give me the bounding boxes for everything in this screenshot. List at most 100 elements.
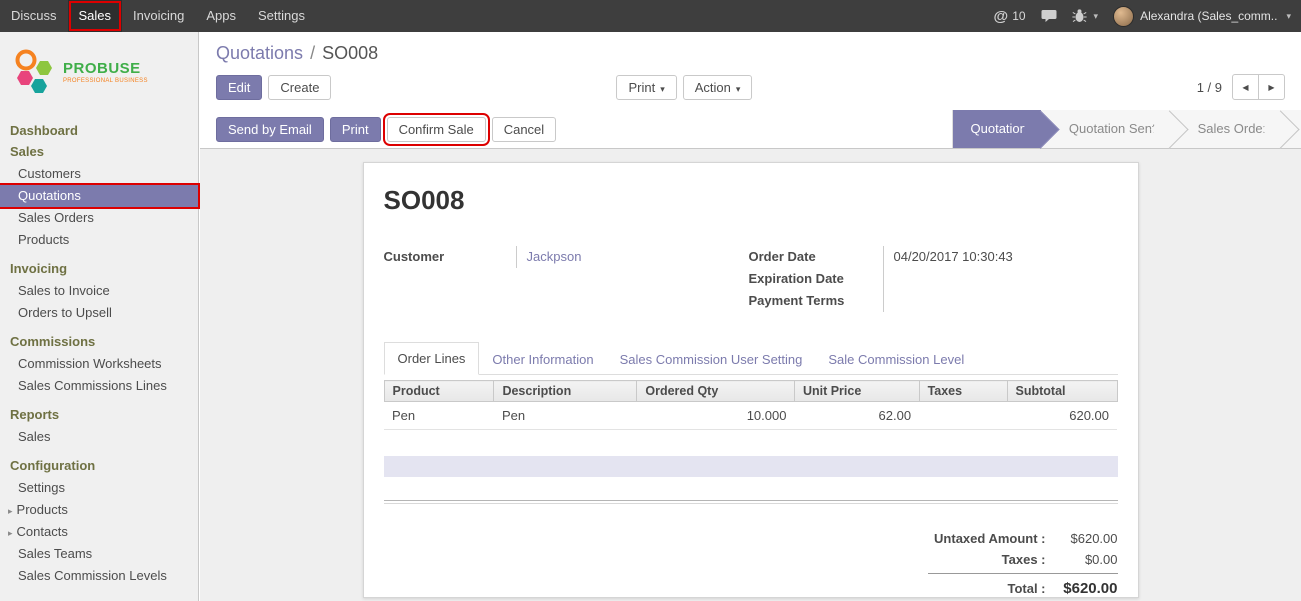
- sidebar-heading-dashboard[interactable]: Dashboard: [0, 113, 198, 142]
- pager-next-button[interactable]: ▶: [1258, 74, 1285, 100]
- expiration-date-label: Expiration Date: [749, 268, 883, 290]
- app-window: Discuss Sales Invoicing Apps Settings @ …: [0, 0, 1301, 601]
- edit-button[interactable]: Edit: [216, 75, 262, 100]
- nav-item-invoicing[interactable]: Invoicing: [122, 0, 195, 32]
- cancel-button[interactable]: Cancel: [492, 117, 556, 142]
- sidebar-item-products[interactable]: Products: [0, 229, 198, 251]
- send-by-email-button[interactable]: Send by Email: [216, 117, 324, 142]
- logo-title: PROBUSE: [63, 60, 148, 77]
- user-avatar: [1113, 6, 1134, 27]
- payment-terms-field: Payment Terms: [749, 290, 1118, 312]
- breadcrumb: Quotations / SO008: [200, 32, 1301, 66]
- payment-terms-label: Payment Terms: [749, 290, 883, 312]
- tab-order-lines[interactable]: Order Lines: [384, 342, 480, 375]
- logo-subtitle: PROFESSIONAL BUSINESS: [63, 78, 148, 84]
- customer-field: Customer Jackpson: [384, 246, 749, 268]
- top-navbar: Discuss Sales Invoicing Apps Settings @ …: [0, 0, 1301, 32]
- sidebar-heading-invoicing[interactable]: Invoicing: [0, 251, 198, 280]
- cell-unit-price: 62.00: [794, 402, 919, 430]
- caret-down-icon: ▾: [736, 84, 741, 94]
- sidebar-heading-sales[interactable]: Sales: [0, 142, 198, 163]
- customer-value-link[interactable]: Jackpson: [516, 246, 749, 268]
- sidebar-heading-commissions[interactable]: Commissions: [0, 324, 198, 353]
- order-lines-table: Product Description Ordered Qty Unit Pri…: [384, 380, 1118, 430]
- col-header-ordered-qty[interactable]: Ordered Qty: [637, 381, 795, 402]
- expiration-date-field: Expiration Date: [749, 268, 1118, 290]
- print-button[interactable]: Print: [330, 117, 381, 142]
- totals-block: Untaxed Amount : $620.00 Taxes : $0.00 T…: [928, 528, 1118, 598]
- tab-sales-commission-user-setting[interactable]: Sales Commission User Setting: [607, 344, 816, 375]
- pager-previous-button[interactable]: ◀: [1232, 74, 1259, 100]
- navbar-right: @ 10 ▾ Alexandra (Sales_comm.. ▾: [994, 0, 1301, 32]
- col-header-unit-price[interactable]: Unit Price: [794, 381, 919, 402]
- create-button[interactable]: Create: [268, 75, 331, 100]
- caret-down-icon: ▾: [1286, 11, 1291, 22]
- document-title: SO008: [384, 185, 1118, 216]
- action-dropdown-button[interactable]: Action▾: [683, 75, 753, 100]
- sidebar-item-quotations[interactable]: Quotations: [0, 185, 198, 207]
- expiration-date-value: [883, 268, 1118, 290]
- document-sheet: SO008 Customer Jackpson Order Date 04/20…: [363, 162, 1139, 598]
- col-header-taxes[interactable]: Taxes: [919, 381, 1007, 402]
- user-menu[interactable]: Alexandra (Sales_comm.. ▾: [1113, 6, 1291, 27]
- payment-terms-value: [883, 290, 1118, 312]
- tab-other-information[interactable]: Other Information: [479, 344, 606, 375]
- sidebar-item-sales-orders[interactable]: Sales Orders: [0, 207, 198, 229]
- sidebar-heading-reports[interactable]: Reports: [0, 397, 198, 426]
- nav-item-discuss[interactable]: Discuss: [0, 0, 68, 32]
- expand-arrow-icon: ▸: [8, 506, 13, 516]
- user-name: Alexandra (Sales_comm..: [1140, 9, 1277, 23]
- company-logo[interactable]: PROBUSE PROFESSIONAL BUSINESS: [0, 32, 198, 113]
- sidebar-item-reports-sales[interactable]: Sales: [0, 426, 198, 448]
- sidebar-heading-configuration[interactable]: Configuration: [0, 448, 198, 477]
- probuse-logo-icon: [13, 47, 55, 97]
- sidebar-item-sales-teams[interactable]: Sales Teams: [0, 543, 198, 565]
- debug-menu[interactable]: ▾: [1072, 9, 1099, 23]
- total-row: Total : $620.00: [928, 573, 1118, 598]
- at-icon: @: [994, 8, 1009, 25]
- order-line-row[interactable]: Pen Pen 10.000 62.00 620.00: [384, 402, 1117, 430]
- record-pager: 1 / 9 ◀ ▶: [1197, 74, 1285, 100]
- col-header-description[interactable]: Description: [494, 381, 637, 402]
- sidebar-item-config-contacts[interactable]: ▸ Contacts: [0, 521, 198, 543]
- pager-count: 1 / 9: [1197, 80, 1222, 95]
- sidebar-item-settings[interactable]: Settings: [0, 477, 198, 499]
- mentions-indicator[interactable]: @ 10: [994, 8, 1026, 25]
- nav-item-sales[interactable]: Sales: [68, 0, 123, 32]
- action-dropdowns: Print▾ Action▾: [616, 75, 752, 100]
- taxes-value: $0.00: [1046, 552, 1118, 567]
- untaxed-amount-row: Untaxed Amount : $620.00: [928, 528, 1118, 549]
- expand-arrow-icon: ▸: [8, 528, 13, 538]
- sidebar-item-config-products[interactable]: ▸Products: [0, 499, 198, 521]
- breadcrumb-parent-link[interactable]: Quotations: [216, 43, 303, 63]
- cell-product[interactable]: Pen: [384, 402, 494, 430]
- sidebar-item-customers[interactable]: Customers: [0, 163, 198, 185]
- confirm-sale-button[interactable]: Confirm Sale: [387, 117, 486, 142]
- empty-line-row[interactable]: [384, 456, 1118, 477]
- chat-icon[interactable]: [1041, 9, 1057, 23]
- col-header-product[interactable]: Product: [384, 381, 494, 402]
- sidebar-item-orders-to-upsell[interactable]: Orders to Upsell: [0, 302, 198, 324]
- col-header-subtotal[interactable]: Subtotal: [1007, 381, 1117, 402]
- sidebar-item-sales-commissions-lines[interactable]: Sales Commissions Lines: [0, 375, 198, 397]
- status-quotation[interactable]: Quotation: [953, 110, 1041, 148]
- section-divider: [384, 500, 1118, 504]
- total-value: $620.00: [1046, 580, 1118, 597]
- cell-ordered-qty: 10.000: [637, 402, 795, 430]
- sidebar-item-commission-worksheets[interactable]: Commission Worksheets: [0, 353, 198, 375]
- mentions-count: 10: [1012, 9, 1025, 23]
- sidebar-item-label: Contacts: [17, 524, 68, 539]
- sidebar-item-sales-commission-levels[interactable]: Sales Commission Levels: [0, 565, 198, 587]
- print-dropdown-button[interactable]: Print▾: [616, 75, 676, 100]
- table-header-row: Product Description Ordered Qty Unit Pri…: [384, 381, 1117, 402]
- nav-item-apps[interactable]: Apps: [195, 0, 247, 32]
- status-quotation-sent[interactable]: Quotation Sent: [1041, 110, 1170, 148]
- control-row-workflow: Send by Email Print Confirm Sale Cancel …: [200, 110, 1301, 148]
- nav-item-settings[interactable]: Settings: [247, 0, 316, 32]
- cell-taxes: [919, 402, 1007, 430]
- order-date-field: Order Date 04/20/2017 10:30:43: [749, 246, 1118, 268]
- breadcrumb-separator: /: [308, 43, 317, 63]
- sidebar-item-sales-to-invoice[interactable]: Sales to Invoice: [0, 280, 198, 302]
- tab-sale-commission-level[interactable]: Sale Commission Level: [815, 344, 977, 375]
- untaxed-amount-value: $620.00: [1046, 531, 1118, 546]
